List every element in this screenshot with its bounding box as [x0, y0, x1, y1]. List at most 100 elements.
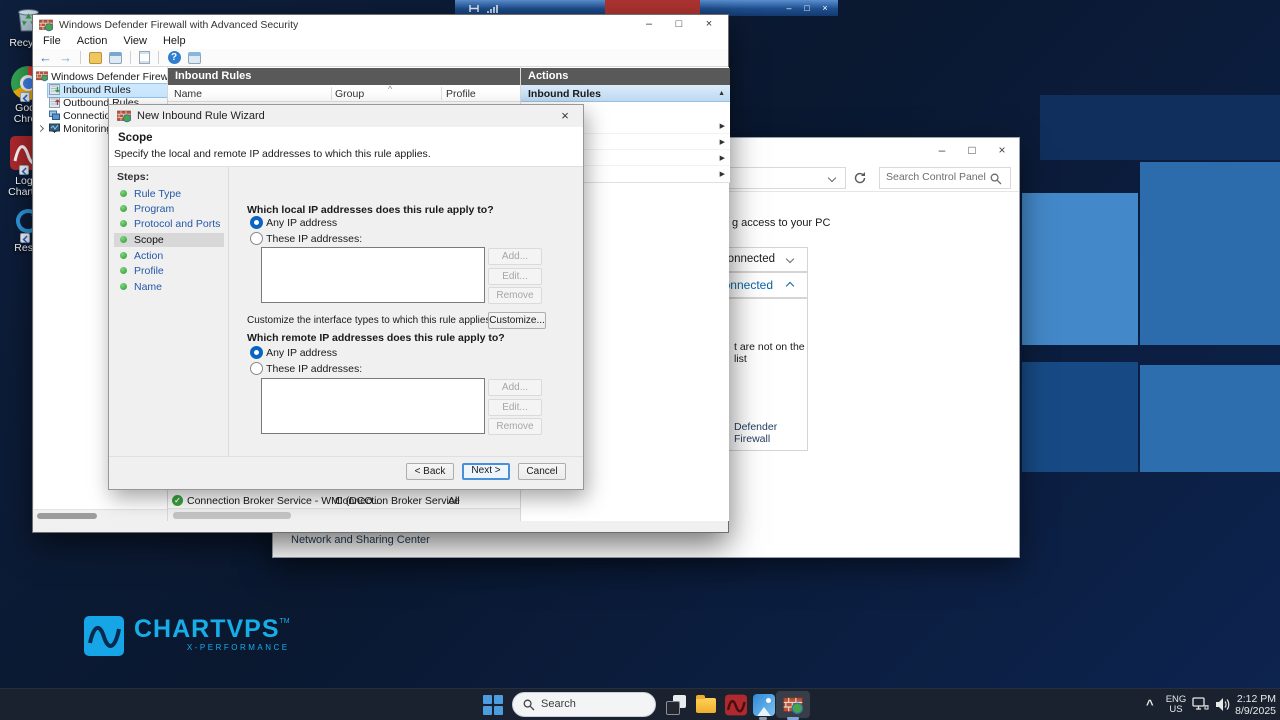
rule-row[interactable]: ✓ Connection Broker Service - WMI (DCO..…	[168, 493, 520, 508]
chevron-up-icon	[785, 281, 795, 291]
wizard-step-action[interactable]: Action	[114, 249, 224, 263]
radio-icon[interactable]	[250, 362, 263, 375]
minimize-button[interactable]: –	[634, 15, 664, 34]
forward-icon[interactable]: →	[59, 50, 72, 65]
wizard-header: Scope Specify the local and remote IP ad…	[109, 127, 583, 167]
taskbar: Search ^ ENG US 2:12 PM 8/9/2025	[0, 688, 1280, 720]
edit-button[interactable]: Edit...	[488, 399, 542, 416]
maximize-button[interactable]: □	[957, 138, 987, 163]
clock[interactable]: 2:12 PM 8/9/2025	[1232, 693, 1276, 717]
submenu-arrow-icon: ▶	[719, 155, 725, 162]
cpl-link-defender-firewall[interactable]: Defender Firewall	[734, 421, 807, 445]
menu-file[interactable]: File	[35, 34, 69, 49]
column-header-profile[interactable]: Profile	[446, 88, 476, 100]
address-dropdown-icon[interactable]	[827, 173, 837, 183]
tree-expander-icon[interactable]	[36, 124, 45, 133]
search-input[interactable]	[886, 171, 986, 183]
properties-icon[interactable]	[109, 51, 123, 64]
inbound-rules-icon	[49, 84, 60, 95]
remove-button[interactable]: Remove	[488, 418, 542, 435]
radio-these-remote-ip[interactable]: These IP addresses:	[250, 362, 362, 375]
radio-selected-icon[interactable]	[250, 346, 263, 359]
taskbar-app-photos[interactable]	[752, 693, 776, 717]
list-hscrollbar[interactable]	[168, 508, 520, 521]
step-bullet-icon	[120, 283, 127, 290]
remove-button[interactable]: Remove	[488, 287, 542, 304]
restore-button[interactable]: □	[798, 0, 816, 16]
show-hide-console-tree-icon[interactable]	[89, 51, 103, 64]
taskbar-app-window-stack[interactable]	[664, 693, 688, 717]
taskbar-app-file-explorer[interactable]	[694, 693, 718, 717]
wizard-step-program[interactable]: Program	[114, 202, 224, 216]
taskbar-app-chartvps[interactable]	[724, 693, 748, 717]
wizard-steps-panel: Steps: Rule Type Program Protocol and Po…	[109, 167, 229, 456]
close-button[interactable]: ×	[987, 138, 1017, 163]
search-label: Search	[541, 698, 576, 710]
menu-help[interactable]: Help	[155, 34, 194, 49]
tree-hscrollbar[interactable]	[34, 509, 167, 521]
radio-any-local-ip[interactable]: Any IP address	[250, 216, 337, 229]
tree-item-root[interactable]: Windows Defender Firewall with Advanced …	[36, 70, 168, 83]
scrollbar-thumb[interactable]	[37, 513, 97, 519]
add-button[interactable]: Add...	[488, 379, 542, 396]
network-icon[interactable]	[1192, 697, 1209, 712]
firewall-icon	[783, 697, 803, 715]
step-bullet-icon	[120, 190, 127, 197]
wizard-step-scope[interactable]: Scope	[114, 233, 224, 247]
local-ip-listbox[interactable]	[261, 247, 485, 303]
close-button[interactable]: ×	[694, 15, 724, 34]
tray-expand-icon[interactable]: ^	[1146, 697, 1154, 712]
scrollbar-thumb[interactable]	[173, 512, 291, 519]
language-indicator[interactable]: ENG US	[1164, 695, 1188, 715]
tree-item-inbound-rules[interactable]: Inbound Rules	[47, 83, 167, 98]
minimize-button[interactable]: –	[927, 138, 957, 163]
taskbar-app-firewall-active[interactable]	[776, 691, 810, 718]
next-button[interactable]: Next >	[462, 463, 510, 480]
wizard-step-rule-type[interactable]: Rule Type	[114, 187, 224, 201]
help-icon[interactable]: ?	[167, 51, 181, 64]
radio-any-remote-ip[interactable]: Any IP address	[250, 346, 337, 359]
column-header-name[interactable]: Name	[174, 88, 202, 100]
customize-button[interactable]: Customize...	[488, 312, 546, 329]
close-button[interactable]: ×	[553, 105, 577, 127]
start-button[interactable]	[483, 695, 503, 715]
refresh-icon[interactable]	[853, 171, 867, 185]
close-button[interactable]: ×	[816, 0, 834, 16]
radio-these-local-ip[interactable]: These IP addresses:	[250, 232, 362, 245]
fw-titlebar[interactable]: Windows Defender Firewall with Advanced …	[33, 15, 728, 34]
new-window-icon[interactable]	[187, 51, 201, 64]
export-list-icon[interactable]	[139, 51, 151, 64]
radio-selected-icon[interactable]	[250, 216, 263, 229]
wizard-step-name[interactable]: Name	[114, 280, 224, 294]
back-icon[interactable]: ←	[39, 50, 52, 65]
search-icon	[990, 173, 1002, 185]
menu-action[interactable]: Action	[69, 34, 116, 49]
radio-icon[interactable]	[250, 232, 263, 245]
minimize-button[interactable]: –	[780, 0, 798, 16]
edit-button[interactable]: Edit...	[488, 268, 542, 285]
back-button[interactable]: < Back	[406, 463, 454, 480]
signal-bars-icon	[487, 5, 498, 13]
wizard-titlebar[interactable]: New Inbound Rule Wizard ×	[109, 105, 583, 127]
wizard-step-profile[interactable]: Profile	[114, 264, 224, 278]
remote-ip-listbox[interactable]	[261, 378, 485, 434]
cancel-button[interactable]: Cancel	[518, 463, 566, 480]
collapse-icon[interactable]: ▲	[718, 90, 725, 97]
actions-subheader[interactable]: Inbound Rules ▲	[521, 85, 730, 102]
tree-item-label: Windows Defender Firewall with Advanced …	[51, 71, 168, 83]
control-panel-search[interactable]	[879, 167, 1011, 189]
volume-icon[interactable]	[1214, 697, 1230, 712]
sort-ascending-icon: ^	[388, 84, 393, 94]
maximize-button[interactable]: □	[664, 15, 694, 34]
column-header-group[interactable]: Group	[335, 88, 364, 100]
wizard-step-protocol-ports[interactable]: Protocol and Ports	[114, 217, 224, 231]
see-also-link-network-sharing[interactable]: Network and Sharing Center	[291, 534, 430, 546]
add-button[interactable]: Add...	[488, 248, 542, 265]
outbound-rules-icon	[49, 97, 60, 108]
menu-view[interactable]: View	[115, 34, 155, 49]
list-column-headers: Name Group ^ Profile	[168, 84, 520, 102]
taskbar-search[interactable]: Search	[512, 692, 656, 717]
step-bullet-icon	[120, 205, 127, 212]
wizard-subtitle: Specify the local and remote IP addresse…	[114, 148, 431, 160]
firewall-icon	[117, 110, 131, 123]
